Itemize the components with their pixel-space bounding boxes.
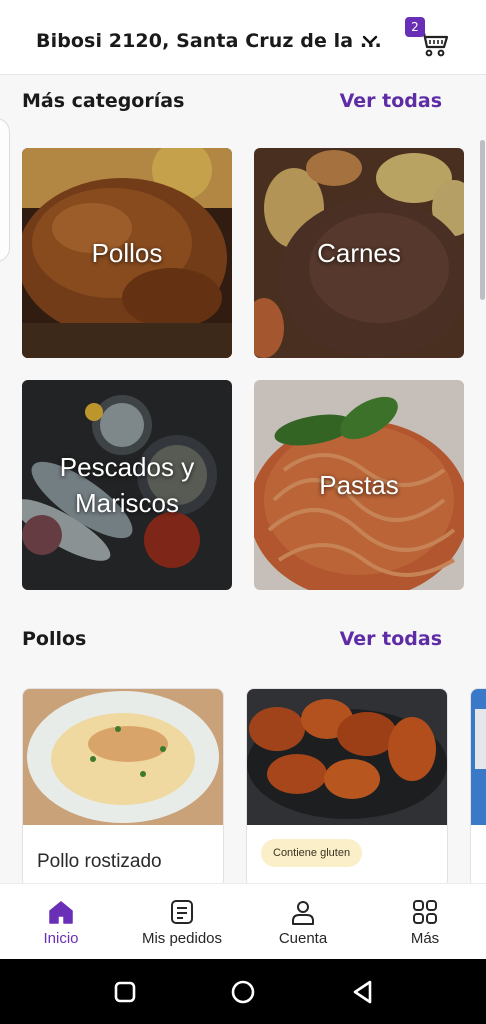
product-card[interactable] <box>470 688 486 888</box>
nav-cuenta[interactable]: Cuenta <box>248 884 358 960</box>
bottom-navigation: Inicio Mis pedidos Cuenta Más <box>0 883 486 959</box>
category-tile-pollos[interactable]: Pollos <box>22 148 232 358</box>
nav-label: Más <box>410 930 440 947</box>
glazed-drumsticks-image <box>247 689 447 825</box>
nav-mas[interactable]: Más <box>370 884 480 960</box>
nav-mis-pedidos[interactable]: Mis pedidos <box>127 884 237 960</box>
category-label: Carnes <box>317 238 401 268</box>
product-card[interactable]: Contiene gluten <box>246 688 448 888</box>
category-label: Pescados y Mariscos <box>59 452 195 518</box>
app-screen: Bibosi 2120, Santa Cruz de la ... 2 Más … <box>0 0 486 1024</box>
grid-icon <box>413 900 437 924</box>
system-navigation-bar <box>0 959 486 1024</box>
nav-inicio[interactable]: Inicio <box>6 884 116 960</box>
allergen-badge: Contiene gluten <box>261 839 363 867</box>
side-drawer-handle[interactable] <box>0 118 10 262</box>
back-icon[interactable] <box>348 977 378 1007</box>
nav-label: Cuenta <box>278 930 328 947</box>
cart-count-badge: 2 <box>405 17 425 37</box>
nav-label: Mis pedidos <box>141 930 223 947</box>
orders-icon <box>171 900 193 924</box>
nav-label: Inicio <box>43 930 79 947</box>
pasta-chicken-image <box>23 689 223 825</box>
top-header: Bibosi 2120, Santa Cruz de la ... 2 <box>0 0 486 75</box>
products-section-title: Pollos <box>22 628 87 650</box>
category-tile-carnes[interactable]: Carnes <box>254 148 464 358</box>
product-card[interactable]: Pollo rostizado <box>22 688 224 888</box>
products-see-all-link[interactable]: Ver todas <box>340 628 442 650</box>
categories-section-title: Más categorías <box>22 90 185 112</box>
category-tile-pescados-mariscos[interactable]: Pescados y Mariscos <box>22 380 232 590</box>
chevron-down-icon[interactable] <box>360 30 380 50</box>
home-icon <box>49 901 73 924</box>
recents-icon[interactable] <box>110 977 140 1007</box>
product-image <box>471 689 486 825</box>
category-tile-pastas[interactable]: Pastas <box>254 380 464 590</box>
categories-see-all-link[interactable]: Ver todas <box>340 90 442 112</box>
product-name: Pollo rostizado <box>37 851 162 872</box>
delivery-address[interactable]: Bibosi 2120, Santa Cruz de la ... <box>36 30 382 52</box>
category-label: Pollos <box>91 238 163 268</box>
category-label: Pastas <box>319 470 399 500</box>
scrollbar-thumb[interactable] <box>480 140 485 300</box>
home-button-icon[interactable] <box>228 977 258 1007</box>
account-icon <box>292 901 314 925</box>
